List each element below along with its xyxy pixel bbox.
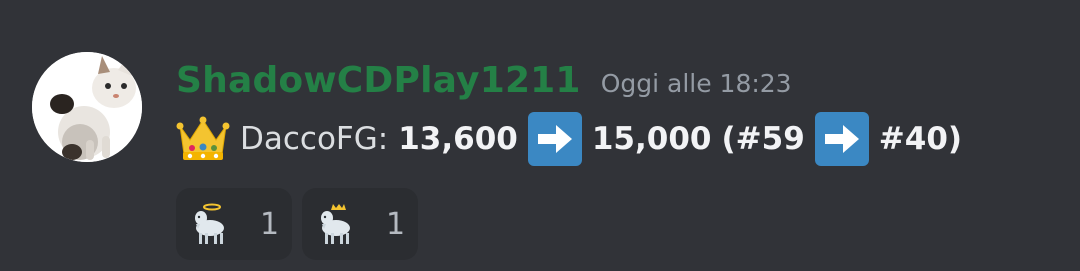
reaction-goat-crown[interactable]: 1	[302, 188, 418, 260]
reaction-goat-halo[interactable]: 1	[176, 188, 292, 260]
chat-message: ShadowCDPlay1211 Oggi alle 18:23 DaccoFG…	[0, 0, 1080, 271]
right-arrow-icon	[527, 112, 582, 166]
goat-halo-icon	[190, 202, 234, 246]
goat-crown-icon	[316, 202, 360, 246]
reaction-count: 1	[260, 206, 280, 242]
cat-photo-avatar	[32, 52, 142, 162]
reactions-bar: 1 1	[176, 188, 428, 260]
rank-to: #40)	[878, 121, 963, 157]
score-from: 13,600	[398, 121, 518, 157]
message-header: ShadowCDPlay1211 Oggi alle 18:23	[176, 60, 792, 114]
user-avatar[interactable]	[32, 52, 142, 162]
reaction-count: 1	[386, 206, 406, 242]
message-content: DaccoFG: 13,600 15,000 (#59 #40)	[176, 112, 962, 166]
right-arrow-icon	[814, 112, 869, 166]
player-name: DaccoFG:	[240, 121, 389, 157]
score-to: 15,000	[591, 121, 712, 157]
username[interactable]: ShadowCDPlay1211	[176, 60, 581, 101]
message-timestamp[interactable]: Oggi alle 18:23	[601, 69, 792, 98]
crown-icon	[176, 112, 230, 166]
rank-from: (#59	[721, 121, 805, 157]
